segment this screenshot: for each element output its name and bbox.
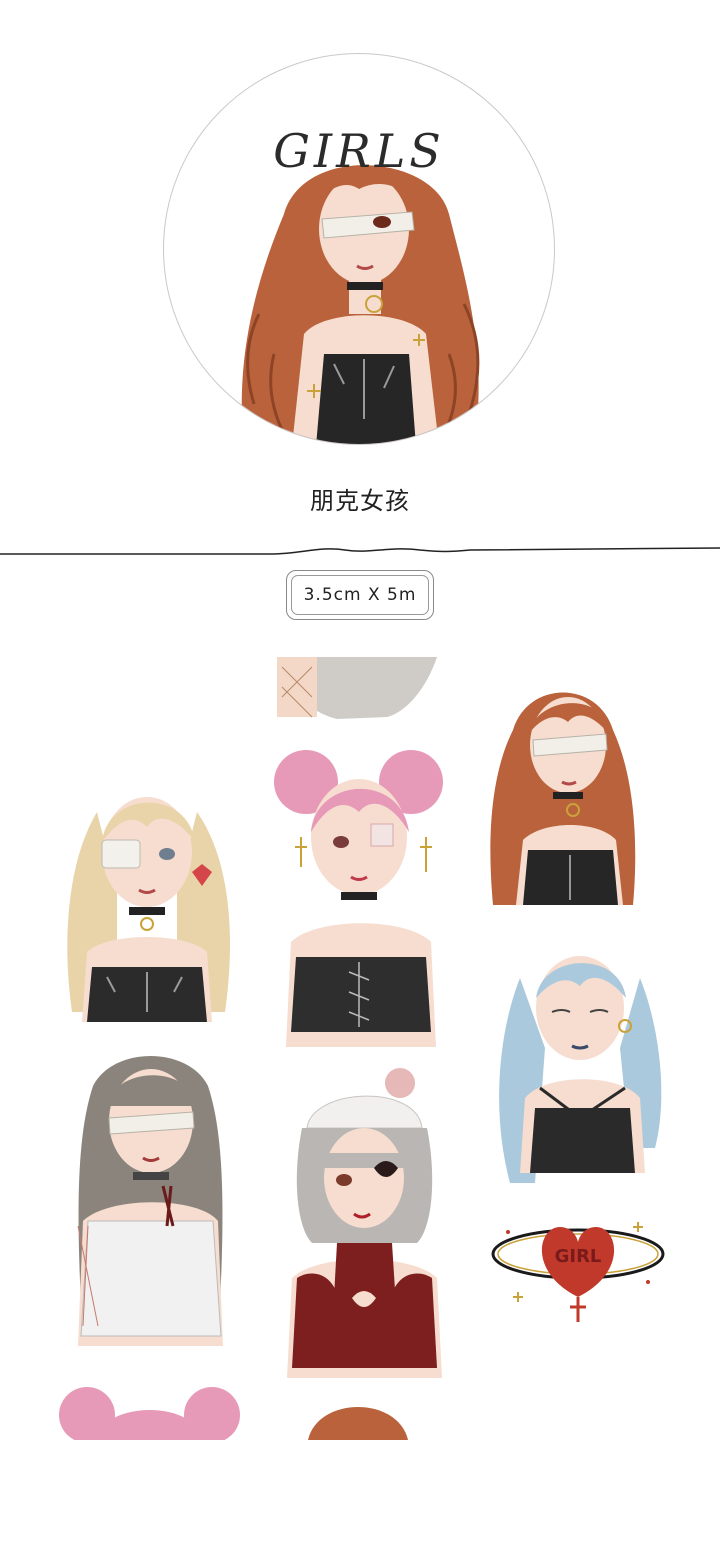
sticker-girl-heart-emblem: GIRL bbox=[488, 1202, 668, 1327]
sticker-gray-hair-girl bbox=[63, 1046, 238, 1346]
sticker-auburn-wavy-girl bbox=[488, 670, 638, 905]
product-name: 朋克女孩 bbox=[310, 487, 410, 515]
sticker-silver-bob-girl bbox=[282, 1068, 447, 1378]
sticker-blue-braids-girl bbox=[490, 938, 670, 1183]
cropped-sticker-top bbox=[277, 657, 442, 719]
cropped-sticker-bottom-middle bbox=[308, 1404, 408, 1440]
auburn-girl-illustration bbox=[241, 165, 480, 444]
svg-text:GIRL: GIRL bbox=[555, 1246, 602, 1267]
roll-title: GIRLS bbox=[273, 124, 445, 178]
size-spec-badge: 3.5cm X 5m bbox=[286, 570, 434, 620]
sticker-blonde-twin-tails-girl bbox=[57, 772, 237, 1022]
tape-roll-label: GIRLS bbox=[163, 53, 555, 445]
divider-line bbox=[0, 547, 720, 555]
sticker-pink-buns-girl bbox=[271, 742, 446, 1047]
cropped-sticker-bottom-left bbox=[57, 1380, 242, 1440]
size-spec-label: 3.5cm X 5m bbox=[291, 575, 429, 615]
